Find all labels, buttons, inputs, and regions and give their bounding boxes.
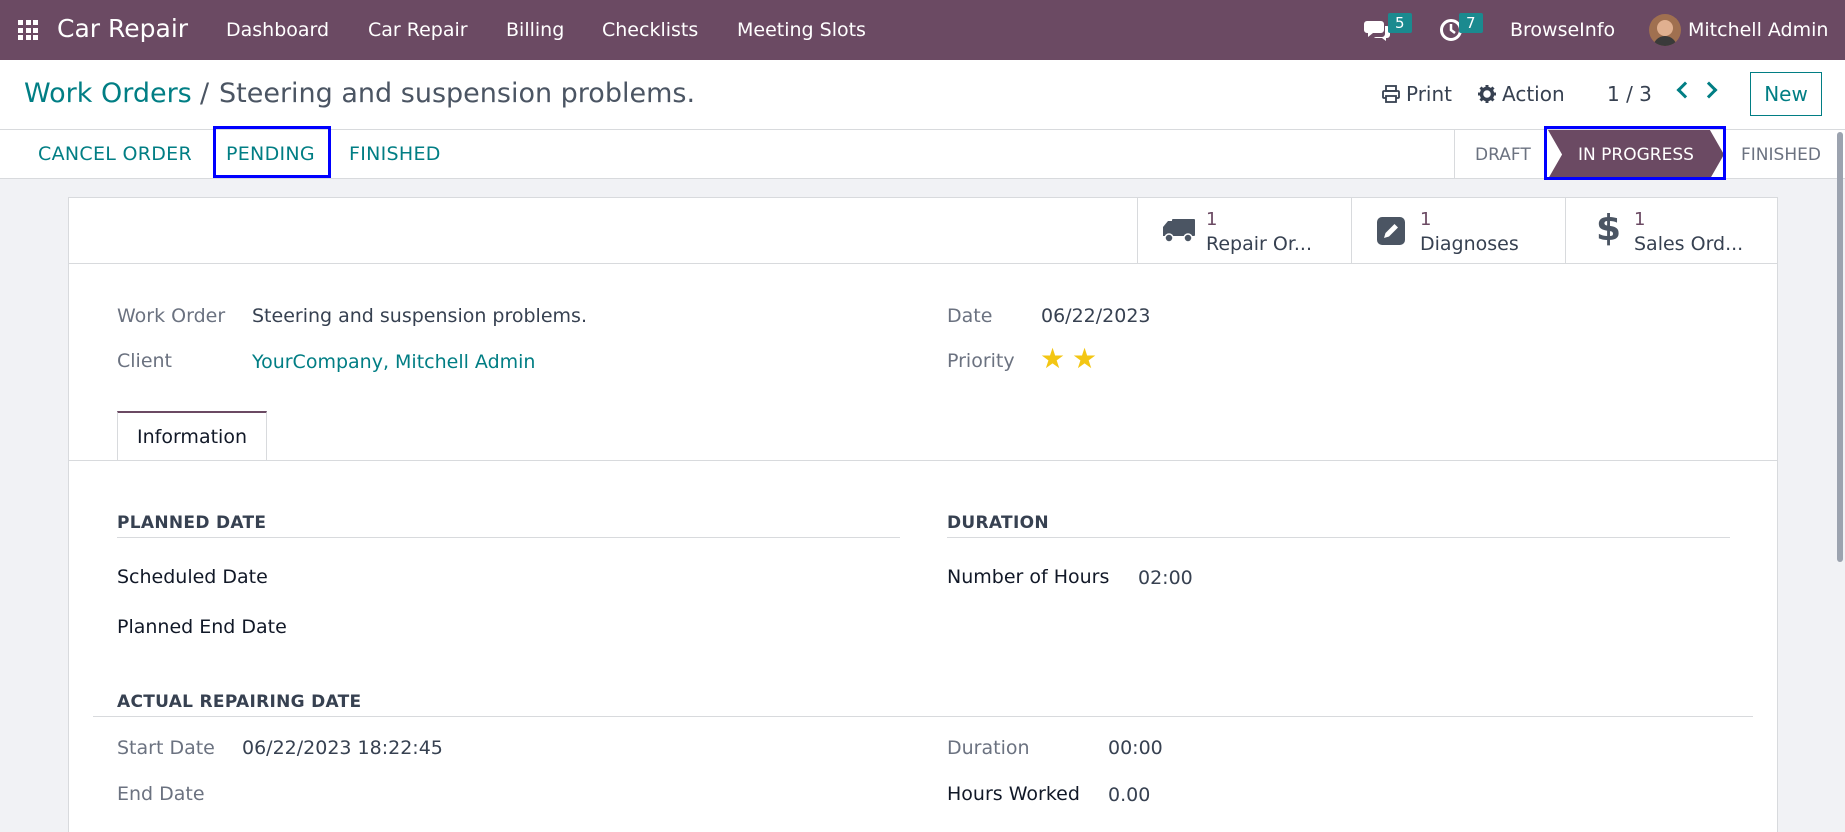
repair-orders-label: Repair Or... bbox=[1206, 233, 1313, 255]
sales-orders-count: 1 bbox=[1634, 209, 1646, 230]
print-icon bbox=[1382, 85, 1400, 103]
planned-date-header: PLANNED DATE bbox=[117, 513, 267, 533]
gear-icon bbox=[1478, 85, 1496, 103]
repair-orders-smart-button[interactable]: 1 Repair Or... bbox=[1137, 198, 1351, 263]
menu-billing[interactable]: Billing bbox=[506, 19, 564, 41]
diagnoses-smart-button[interactable]: 1 Diagnoses bbox=[1351, 198, 1565, 263]
client-label: Client bbox=[117, 350, 173, 372]
planned-date-rule bbox=[117, 537, 900, 538]
duration-label: Duration bbox=[947, 737, 1030, 759]
stage-finished[interactable]: FINISHED bbox=[1741, 130, 1821, 179]
new-button[interactable]: New bbox=[1750, 72, 1822, 116]
priority-star-icon[interactable]: ★ bbox=[1072, 345, 1098, 373]
work-order-field[interactable]: Steering and suspension problems. bbox=[252, 305, 587, 327]
user-menu[interactable]: Mitchell Admin bbox=[1688, 19, 1828, 41]
finished-button[interactable]: FINISHED bbox=[349, 143, 441, 165]
diagnoses-count: 1 bbox=[1420, 209, 1432, 230]
company-switcher[interactable]: BrowseInfo bbox=[1510, 19, 1615, 41]
priority-label: Priority bbox=[947, 350, 1015, 372]
smart-button-box: 1 Repair Or... 1 Diagnoses $ 1 Sales Ord… bbox=[69, 198, 1777, 264]
work-order-label: Work Order bbox=[117, 305, 226, 327]
actual-repairing-date-header: ACTUAL REPAIRING DATE bbox=[117, 692, 362, 712]
number-of-hours-label: Number of Hours bbox=[947, 566, 1110, 588]
sales-orders-smart-button[interactable]: $ 1 Sales Ord... bbox=[1565, 198, 1779, 263]
chevron-left-icon[interactable] bbox=[1676, 81, 1694, 99]
menu-checklists[interactable]: Checklists bbox=[602, 19, 698, 41]
dollar-icon: $ bbox=[1596, 208, 1622, 249]
breadcrumb-work-orders[interactable]: Work Orders bbox=[24, 78, 192, 109]
hours-worked-field[interactable]: 0.00 bbox=[1108, 784, 1150, 806]
user-avatar[interactable] bbox=[1649, 14, 1681, 46]
apps-grid-icon[interactable] bbox=[18, 20, 38, 40]
pager-value[interactable]: 1 / 3 bbox=[1607, 82, 1652, 106]
scheduled-date-label: Scheduled Date bbox=[117, 566, 268, 588]
messages-badge: 5 bbox=[1388, 13, 1412, 33]
diagnoses-label: Diagnoses bbox=[1420, 233, 1519, 255]
end-date-label: End Date bbox=[117, 783, 205, 805]
action-label: Action bbox=[1502, 82, 1565, 106]
tab-divider bbox=[69, 460, 1777, 461]
duration-rule bbox=[947, 537, 1730, 538]
menu-dashboard[interactable]: Dashboard bbox=[226, 19, 329, 41]
messages-icon[interactable] bbox=[1364, 18, 1390, 47]
planned-end-date-label: Planned End Date bbox=[117, 616, 287, 638]
stage-draft[interactable]: DRAFT bbox=[1475, 130, 1531, 179]
priority-star-icon[interactable]: ★ bbox=[1040, 345, 1066, 373]
hours-worked-label: Hours Worked bbox=[947, 783, 1080, 805]
page-scrollbar[interactable] bbox=[1837, 132, 1843, 562]
in-progress-highlight bbox=[1544, 126, 1726, 180]
client-field[interactable]: YourCompany, Mitchell Admin bbox=[252, 351, 535, 373]
start-date-label: Start Date bbox=[117, 737, 215, 759]
app-brand[interactable]: Car Repair bbox=[57, 14, 188, 43]
print-label: Print bbox=[1406, 82, 1453, 106]
breadcrumb-separator: / bbox=[200, 78, 210, 109]
status-bar: CANCEL ORDER PENDING FINISHED DRAFT IN P… bbox=[0, 126, 1845, 180]
top-navbar: Car Repair Dashboard Car Repair Billing … bbox=[0, 0, 1845, 60]
duration-field[interactable]: 00:00 bbox=[1108, 737, 1163, 759]
menu-car-repair[interactable]: Car Repair bbox=[368, 19, 468, 41]
form-sheet: 1 Repair Or... 1 Diagnoses $ 1 Sales Ord… bbox=[68, 197, 1778, 832]
tab-information[interactable]: Information bbox=[117, 411, 267, 461]
chevron-right-icon[interactable] bbox=[1700, 81, 1718, 99]
stage-divider bbox=[1454, 130, 1455, 179]
sales-orders-label: Sales Ord... bbox=[1634, 233, 1744, 255]
date-field[interactable]: 06/22/2023 bbox=[1041, 305, 1151, 327]
start-date-field[interactable]: 06/22/2023 18:22:45 bbox=[242, 737, 443, 759]
cancel-order-button[interactable]: CANCEL ORDER bbox=[38, 143, 192, 165]
number-of-hours-field[interactable]: 02:00 bbox=[1138, 567, 1193, 589]
actual-repairing-rule bbox=[93, 716, 1753, 717]
pencil-square-icon bbox=[1377, 217, 1405, 245]
breadcrumb-current: Steering and suspension problems. bbox=[219, 78, 696, 109]
truck-icon bbox=[1163, 219, 1195, 243]
print-button[interactable]: Print bbox=[1382, 82, 1452, 106]
action-button[interactable]: Action bbox=[1478, 82, 1565, 106]
menu-meeting-slots[interactable]: Meeting Slots bbox=[737, 19, 866, 41]
duration-header: DURATION bbox=[947, 513, 1049, 533]
control-panel: Work Orders / Steering and suspension pr… bbox=[0, 60, 1845, 130]
date-label: Date bbox=[947, 305, 993, 327]
pending-highlight bbox=[213, 126, 331, 178]
repair-orders-count: 1 bbox=[1206, 209, 1218, 230]
activities-badge: 7 bbox=[1459, 13, 1483, 33]
